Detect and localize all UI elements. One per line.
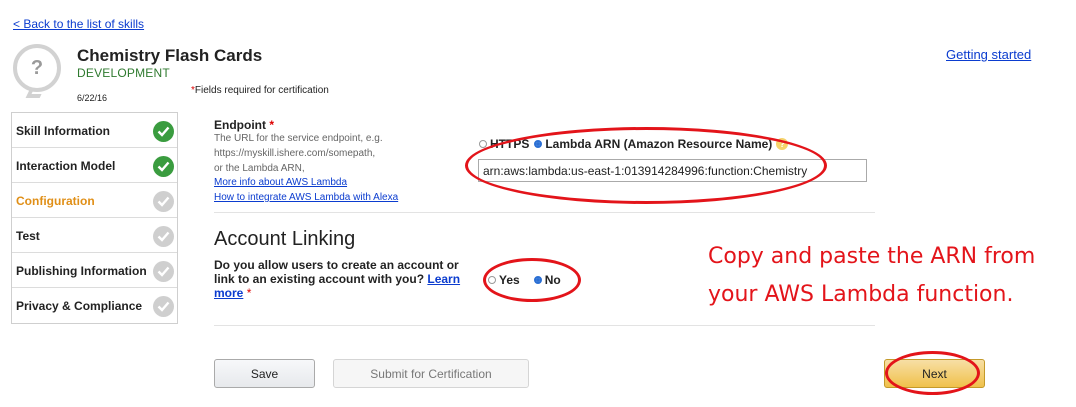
skill-title: Chemistry Flash Cards: [77, 46, 263, 65]
skill-placeholder-icon: ?: [13, 44, 61, 92]
arn-highlight-ellipse: [465, 127, 827, 204]
sidebar-item-test[interactable]: Test: [12, 218, 177, 253]
submit-for-certification-button[interactable]: Submit for Certification: [333, 359, 529, 388]
no-option-highlight-ellipse: [483, 258, 581, 302]
integrate-lambda-alexa-link[interactable]: How to integrate AWS Lambda with Alexa: [214, 192, 398, 203]
aws-lambda-info-link[interactable]: More info about AWS Lambda: [214, 177, 347, 188]
account-linking-question: Do you allow users to create an account …: [214, 258, 464, 300]
sidebar-item-label: Privacy & Compliance: [16, 299, 143, 313]
question-mark-glyph: ?: [30, 56, 44, 79]
endpoint-help-line: https://myskill.ishere.com/somepath,: [214, 148, 376, 159]
annotation-line-1: Copy and paste the ARN from: [708, 244, 1036, 269]
sidebar-item-label: Publishing Information: [16, 264, 147, 278]
getting-started-link[interactable]: Getting started: [946, 47, 1031, 62]
skill-steps-sidebar: Skill Information Interaction Model Conf…: [11, 112, 178, 324]
sidebar-item-interaction-model[interactable]: Interaction Model: [12, 148, 177, 183]
annotation-line-2: your AWS Lambda function.: [708, 282, 1014, 307]
sidebar-item-skill-information[interactable]: Skill Information: [12, 113, 177, 148]
required-fields-note: *Fields required for certification: [191, 85, 329, 96]
required-star: *: [246, 286, 252, 300]
back-to-skills-link[interactable]: < Back to the list of skills: [13, 17, 144, 31]
sidebar-item-label: Test: [16, 229, 40, 243]
next-button-highlight-ellipse: [885, 351, 980, 395]
sidebar-item-label: Configuration: [16, 194, 95, 208]
endpoint-label-text: Endpoint: [214, 118, 266, 132]
section-divider: [214, 212, 875, 213]
check-incomplete-icon: [153, 296, 174, 317]
sidebar-item-label: Skill Information: [16, 124, 111, 138]
annotation-callout: Copy and paste the ARN from your AWS Lam…: [708, 238, 1035, 314]
skill-icon-tail: [25, 88, 45, 98]
account-linking-heading: Account Linking: [214, 228, 356, 250]
sidebar-item-configuration[interactable]: Configuration: [12, 183, 177, 218]
section-divider: [214, 325, 875, 326]
check-complete-icon: [153, 121, 174, 142]
required-star: *: [269, 118, 274, 132]
endpoint-label: Endpoint *: [214, 118, 274, 132]
required-note-text: Fields required for certification: [194, 85, 329, 96]
save-button[interactable]: Save: [214, 359, 315, 388]
sidebar-item-privacy-compliance[interactable]: Privacy & Compliance: [12, 288, 177, 323]
endpoint-help-line: or the Lambda ARN,: [214, 163, 305, 174]
check-incomplete-icon: [153, 191, 174, 212]
skill-status: DEVELOPMENT: [77, 66, 170, 80]
sidebar-item-publishing-information[interactable]: Publishing Information: [12, 253, 177, 288]
sidebar-item-label: Interaction Model: [16, 159, 116, 173]
skill-date: 6/22/16: [77, 93, 108, 103]
check-incomplete-icon: [153, 226, 174, 247]
account-linking-question-text: Do you allow users to create an account …: [214, 258, 459, 286]
endpoint-help-line: The URL for the service endpoint, e.g.: [214, 133, 383, 144]
check-incomplete-icon: [153, 261, 174, 282]
check-complete-icon: [153, 156, 174, 177]
